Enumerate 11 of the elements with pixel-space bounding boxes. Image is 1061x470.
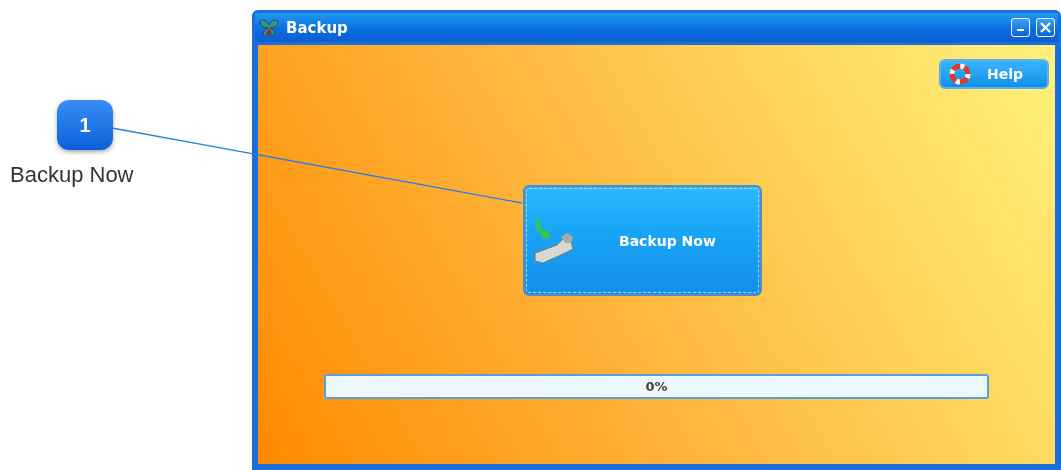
- lifebuoy-icon: [949, 63, 971, 85]
- minimize-button[interactable]: [1011, 18, 1030, 37]
- backup-now-button[interactable]: Backup Now: [523, 185, 762, 296]
- window-title: Backup: [286, 18, 349, 37]
- progress-reading: 0%: [645, 379, 668, 394]
- help-button[interactable]: Help: [939, 59, 1049, 89]
- callout-label: Backup Now: [10, 162, 134, 188]
- close-button[interactable]: [1036, 18, 1055, 37]
- close-icon: [1040, 22, 1051, 33]
- callout-badge: 1: [57, 100, 113, 150]
- butterfly-icon: [258, 16, 280, 39]
